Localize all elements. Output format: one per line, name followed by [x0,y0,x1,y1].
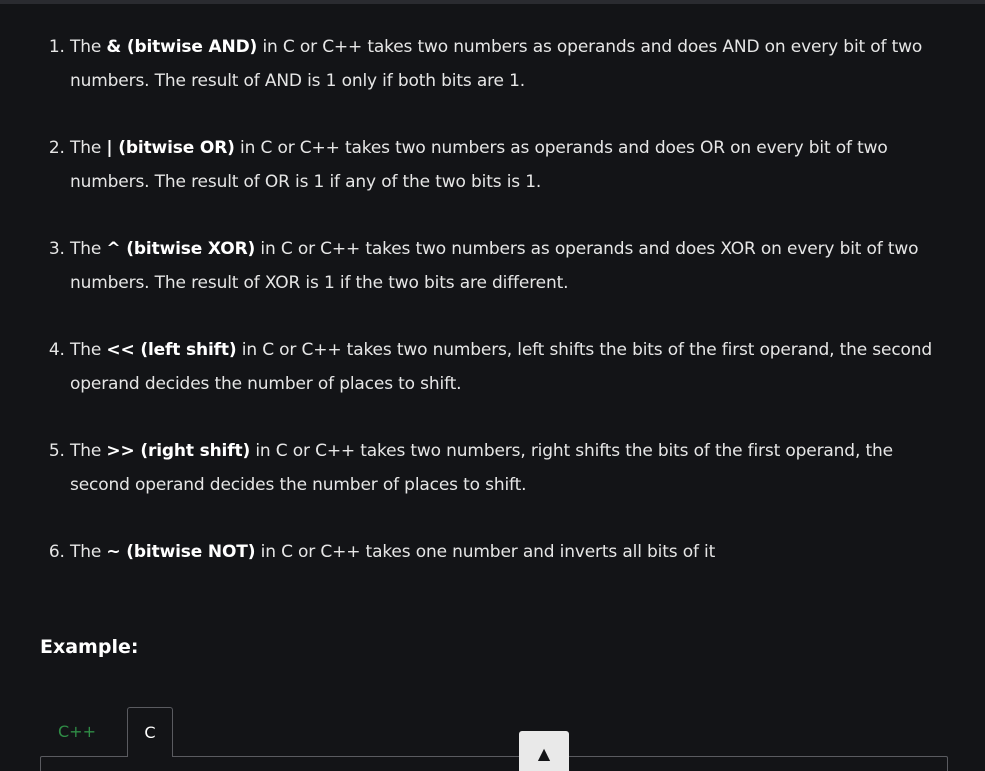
example-heading: Example: [40,636,139,658]
item-text: The [70,239,107,259]
operator-name: >> (right shift) [106,441,251,461]
code-panel [40,756,948,771]
tab-c[interactable]: C [127,707,173,757]
item-text: The [70,542,107,562]
language-tabs: C++ C [40,707,173,757]
operator-list: The & (bitwise AND) in C or C++ takes tw… [0,30,955,602]
operator-name: ^ (bitwise XOR) [106,239,256,259]
top-strip [0,0,985,4]
list-item: The | (bitwise OR) in C or C++ takes two… [70,131,955,199]
list-item: The ~ (bitwise NOT) in C or C++ takes on… [70,535,955,569]
item-text: The [70,138,107,158]
scroll-to-top-button[interactable]: ▲ [519,731,569,771]
operator-name: | (bitwise OR) [106,138,235,158]
item-text: in C or C++ takes one number and inverts… [255,542,716,562]
tab-cpp[interactable]: C++ [40,707,127,757]
operator-name: & (bitwise AND) [106,37,258,57]
item-text: The [70,340,107,360]
operator-name: ~ (bitwise NOT) [106,542,256,562]
list-item: The & (bitwise AND) in C or C++ takes tw… [70,30,955,98]
arrow-up-icon: ▲ [537,744,551,763]
list-item: The ^ (bitwise XOR) in C or C++ takes tw… [70,232,955,300]
operator-name: << (left shift) [106,340,237,360]
item-text: The [70,37,107,57]
list-item: The << (left shift) in C or C++ takes tw… [70,333,955,401]
list-item: The >> (right shift) in C or C++ takes t… [70,434,955,502]
item-text: The [70,441,107,461]
